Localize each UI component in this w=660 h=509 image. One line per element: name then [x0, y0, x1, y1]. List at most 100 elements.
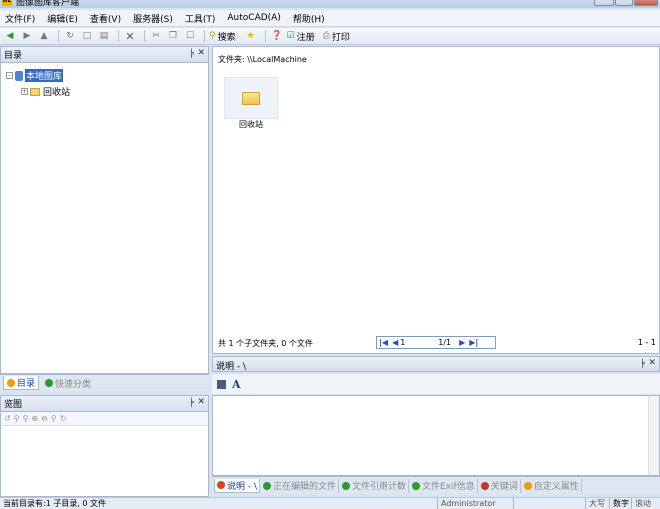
- rotate-icon[interactable]: ↺: [4, 414, 11, 423]
- zoom-fit-icon[interactable]: ⚲: [14, 414, 20, 423]
- tab-exif-info[interactable]: 文件Exif信息: [410, 478, 478, 493]
- toolbar-separator: [264, 30, 266, 42]
- delete-icon[interactable]: ✕: [123, 29, 137, 43]
- help-icon[interactable]: ❓: [270, 29, 284, 43]
- exif-icon: [412, 481, 421, 490]
- maximize-button[interactable]: [615, 0, 633, 6]
- back-icon[interactable]: ◀: [3, 29, 17, 43]
- print-button-label: 打印: [331, 32, 350, 43]
- directory-tab-icon: [7, 378, 15, 387]
- copy-icon[interactable]: ❐: [166, 29, 180, 43]
- tree-item-recycle-bin[interactable]: + 回收站: [21, 85, 70, 98]
- menu-tools[interactable]: 工具(T): [185, 12, 216, 25]
- tab-quick-category[interactable]: 快速分类: [42, 376, 94, 390]
- tab-keywords[interactable]: 关键词: [479, 478, 521, 493]
- reference-icon: [342, 481, 351, 490]
- directory-panel-title: 目录: [4, 51, 23, 61]
- print-icon: ⎙: [322, 31, 330, 41]
- refresh-icon[interactable]: ↻: [63, 29, 77, 43]
- search-button[interactable]: ⚲ 搜索: [209, 30, 236, 43]
- status-scroll: 滚动: [631, 498, 660, 509]
- close-icon[interactable]: ✕: [197, 397, 205, 407]
- up-icon[interactable]: ▲: [37, 29, 51, 43]
- font-icon[interactable]: A: [232, 378, 241, 391]
- zoom-in-icon[interactable]: ⊕: [31, 414, 38, 423]
- menu-server[interactable]: 服务器(S): [133, 12, 173, 25]
- tab-description[interactable]: 说明 - \: [214, 478, 261, 493]
- page-number-input[interactable]: [400, 337, 433, 348]
- register-icon: ☑: [286, 31, 295, 41]
- first-page-icon[interactable]: |◀: [379, 338, 388, 347]
- paste-icon[interactable]: ☐: [183, 29, 197, 43]
- tab-reference-count[interactable]: 文件引用计数: [340, 478, 410, 493]
- menu-help[interactable]: 帮助(H): [293, 12, 325, 25]
- minimize-button[interactable]: [594, 0, 614, 6]
- forward-icon[interactable]: ▶: [20, 29, 34, 43]
- page-range: 1 - 1: [637, 338, 656, 347]
- search-button-label: 搜索: [217, 32, 236, 43]
- directory-panel: 目录 ╞ ✕ - 本地图库 + 回收站: [0, 46, 209, 374]
- close-icon[interactable]: ✕: [648, 358, 656, 368]
- next-page-icon[interactable]: ▶: [459, 338, 465, 347]
- preview-panel-title: 览图: [4, 400, 23, 410]
- description-panel-header: 说明 - \ ╞ ✕: [212, 356, 660, 372]
- folder-summary: 共 1 个子文件夹, 0 个文件: [218, 339, 313, 348]
- status-message: 当前目录有:1 子目录, 0 文件: [3, 499, 107, 508]
- tab-editing-files[interactable]: 正在编辑的文件: [261, 478, 340, 493]
- status-bar: 当前目录有:1 子目录, 0 文件 Administrator 大写 数字 滚动: [0, 497, 660, 509]
- folder-icon: [242, 91, 260, 105]
- new-folder-icon[interactable]: □: [80, 29, 94, 43]
- pin-icon[interactable]: ╞: [189, 398, 194, 407]
- directory-panel-header: 目录 ╞ ✕: [1, 47, 208, 63]
- zoom-actual-icon[interactable]: ⚲: [23, 414, 29, 423]
- window-close-button[interactable]: [634, 0, 658, 6]
- file-item-label: 回收站: [239, 120, 263, 129]
- category-tab-icon: [45, 379, 54, 387]
- refresh-preview-icon[interactable]: ↻: [60, 414, 67, 423]
- description-textarea[interactable]: [212, 395, 660, 476]
- menu-view[interactable]: 查看(V): [90, 12, 121, 25]
- pin-icon[interactable]: ╞: [189, 49, 194, 58]
- save-icon[interactable]: [217, 379, 226, 389]
- zoom-region-icon[interactable]: ⚲: [51, 414, 57, 423]
- folder-path-label: 文件夹: \\LocalMachine: [218, 55, 307, 64]
- menu-edit[interactable]: 编辑(E): [47, 12, 78, 25]
- tree-item-label: 回收站: [43, 88, 71, 98]
- cut-icon[interactable]: ✂: [149, 29, 163, 43]
- tab-label: 正在编辑的文件: [273, 482, 337, 492]
- register-button-label: 注册: [296, 32, 315, 43]
- title-bar: BL 图像图库客户端: [0, 0, 660, 8]
- print-button[interactable]: ⎙ 打印: [323, 30, 350, 43]
- preview-panel: 览图 ╞ ✕ ↺ ⚲ ⚲ ⊕ ⊖ ⚲ ↻: [0, 395, 209, 497]
- tab-label: 文件Exif信息: [422, 482, 475, 492]
- left-tab-strip: 目录 快速分类: [0, 374, 209, 391]
- description-scrollbar[interactable]: [648, 396, 659, 475]
- collapse-icon[interactable]: -: [6, 72, 13, 79]
- favorite-star-icon[interactable]: ★: [244, 29, 258, 43]
- toolbar: ◀ ▶ ▲ ↻ □ ▤ ✕ ✂ ❐ ☐ ⚲ 搜索 ★ ❓ ☑ 注册 ⎙ 打印: [0, 28, 660, 45]
- menu-file[interactable]: 文件(F): [5, 12, 35, 25]
- app-icon: BL: [2, 0, 12, 6]
- tab-directory[interactable]: 目录: [3, 376, 40, 390]
- last-page-icon[interactable]: ▶|: [469, 338, 478, 347]
- toolbar-separator: [204, 30, 205, 42]
- tree-item-local-library[interactable]: - 本地图库: [6, 69, 64, 82]
- properties-icon[interactable]: ▤: [97, 29, 111, 43]
- pager: |◀ ◀ 1/1 ▶ ▶|: [376, 336, 496, 349]
- menu-autocad[interactable]: AutoCAD(A): [227, 13, 280, 23]
- file-item-recycle-bin[interactable]: [224, 77, 278, 119]
- tree-item-label: 本地图库: [25, 69, 64, 82]
- tab-custom-properties[interactable]: 自定义属性: [522, 478, 582, 493]
- tab-label: 自定义属性: [533, 482, 579, 492]
- pin-icon[interactable]: ╞: [640, 359, 645, 368]
- preview-panel-header: 览图 ╞ ✕: [1, 396, 208, 412]
- bottom-tab-strip: 说明 - \ 正在编辑的文件 文件引用计数 文件Exif信息 关键词 自定义属性: [212, 476, 660, 494]
- description-panel-title: 说明 - \: [216, 362, 247, 372]
- expand-icon[interactable]: +: [21, 88, 28, 95]
- close-icon[interactable]: ✕: [197, 48, 205, 58]
- folder-icon: [30, 87, 40, 96]
- zoom-out-icon[interactable]: ⊖: [41, 414, 48, 423]
- editing-icon: [263, 481, 272, 490]
- prev-page-icon[interactable]: ◀: [392, 338, 398, 347]
- register-button[interactable]: ☑ 注册: [287, 30, 315, 43]
